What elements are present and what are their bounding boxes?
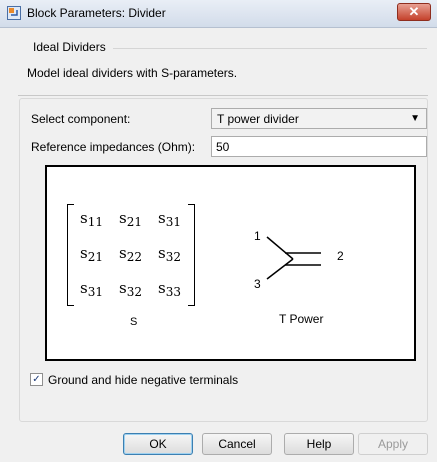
block-diagram-figure: s11 s21 s31 s21 s22 s32 s31 s32 s33 S 1 … — [45, 165, 416, 361]
matrix-cell: s32 — [158, 244, 181, 264]
block-description: Model ideal dividers with S-parameters. — [27, 66, 238, 80]
port-label: 3 — [254, 277, 261, 291]
matrix-cell: s33 — [158, 279, 181, 299]
matrix-cell: s32 — [119, 279, 142, 299]
impedance-input[interactable]: 50 — [211, 136, 427, 157]
close-icon: ✕ — [408, 4, 420, 19]
chevron-down-icon: ▼ — [410, 113, 420, 124]
ok-button[interactable]: OK — [123, 433, 193, 455]
block-parameters-dialog: Block Parameters: Divider ✕ Ideal Divide… — [0, 0, 437, 462]
ground-checkbox[interactable]: ✓ — [30, 373, 43, 386]
section-separator — [18, 95, 428, 96]
matrix-cell: s11 — [80, 209, 103, 229]
s-parameter-matrix: s11 s21 s31 s21 s22 s32 s31 s32 s33 — [67, 204, 195, 307]
apply-button[interactable]: Apply — [358, 433, 428, 455]
matrix-cell: s31 — [80, 279, 103, 299]
simulink-block-icon — [7, 6, 21, 20]
t-power-divider-symbol — [266, 236, 321, 280]
matrix-label: S — [130, 316, 138, 328]
component-select-value: T power divider — [217, 112, 299, 126]
window-title: Block Parameters: Divider — [27, 6, 166, 20]
port-label: 2 — [337, 249, 344, 263]
matrix-cell: s21 — [80, 244, 103, 264]
close-button[interactable]: ✕ — [397, 3, 431, 21]
matrix-left-bracket — [67, 204, 74, 306]
component-select[interactable]: T power divider ▼ — [211, 108, 427, 129]
port-label: 1 — [254, 229, 261, 243]
group-title: Ideal Dividers — [33, 40, 106, 54]
matrix-cell: s22 — [119, 244, 142, 264]
impedance-label: Reference impedances (Ohm): — [31, 140, 196, 154]
ground-checkbox-label[interactable]: Ground and hide negative terminals — [48, 373, 238, 387]
group-divider — [113, 48, 427, 49]
cancel-button[interactable]: Cancel — [202, 433, 272, 455]
matrix-cell: s31 — [158, 209, 181, 229]
component-label: Select component: — [31, 112, 131, 126]
help-button[interactable]: Help — [284, 433, 354, 455]
matrix-right-bracket — [188, 204, 195, 306]
impedance-input-value: 50 — [216, 140, 230, 154]
matrix-cell: s21 — [119, 209, 142, 229]
title-bar: Block Parameters: Divider ✕ — [0, 0, 437, 28]
device-label: T Power — [279, 312, 324, 326]
